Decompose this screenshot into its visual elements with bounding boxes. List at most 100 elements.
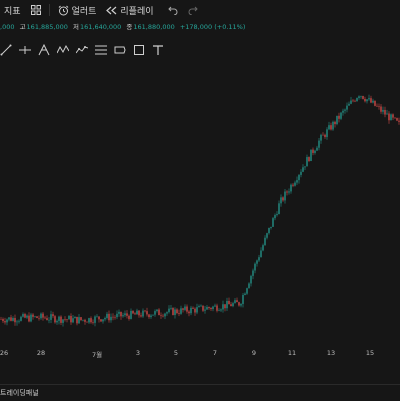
candle-body — [372, 100, 374, 103]
candle-body — [92, 322, 94, 323]
candle-body — [150, 315, 152, 318]
candle-body — [354, 100, 356, 102]
text-icon[interactable] — [152, 44, 164, 56]
candle-body — [106, 313, 108, 318]
candle-body — [342, 110, 344, 113]
candle-body — [248, 283, 250, 289]
candle-body — [172, 307, 174, 315]
candle-body — [242, 294, 244, 304]
rectangle-icon[interactable] — [133, 44, 145, 56]
candle-body — [86, 321, 88, 323]
x-tick-label: 3 — [135, 349, 141, 357]
candle-body — [244, 293, 246, 295]
candlestick-chart[interactable] — [0, 62, 400, 345]
high-key: 고 — [19, 23, 26, 31]
candle-body — [190, 307, 192, 314]
candle-body — [68, 315, 70, 320]
candle-body — [252, 270, 254, 276]
redo-icon — [188, 6, 198, 15]
change-value: +178,000 (+0.11%) — [179, 23, 246, 31]
candle-body — [268, 227, 270, 234]
candle-body — [328, 125, 330, 130]
candle-body — [228, 300, 230, 305]
x-tick-label: 11 — [287, 349, 297, 357]
candle-body — [140, 315, 142, 317]
trading-panel-tab[interactable]: 트레이딩패널 — [0, 388, 39, 398]
candle-body — [326, 129, 328, 137]
undo-button[interactable] — [167, 6, 178, 15]
redo-button[interactable] — [188, 6, 198, 15]
top-toolbar: 지표 얼러트 리플레이 — [0, 0, 400, 20]
candle-body — [142, 310, 144, 317]
candle-body — [346, 105, 348, 110]
candle-body — [230, 304, 232, 307]
candle-body — [214, 305, 216, 307]
candle-body — [82, 319, 84, 321]
candle-body — [84, 319, 86, 322]
candle-body — [324, 134, 326, 137]
high-value: 161,885,000 — [26, 23, 68, 31]
candle-body — [358, 96, 360, 99]
candle-body — [286, 191, 288, 193]
candle-body — [48, 319, 50, 321]
x-tick-label: 5 — [173, 349, 179, 357]
candle-body — [130, 310, 132, 319]
candle-body — [278, 203, 280, 215]
candle-body — [224, 304, 226, 309]
candle-body — [42, 313, 44, 318]
indicators-button[interactable]: 지표 — [4, 4, 21, 17]
candle-body — [34, 316, 36, 317]
candle-body — [110, 316, 112, 321]
candle-body — [76, 316, 78, 324]
trendline-icon[interactable] — [0, 44, 12, 56]
fibonacci-icon[interactable] — [76, 44, 88, 56]
candle-body — [134, 313, 136, 315]
candle-body — [340, 112, 342, 119]
pitchfork-icon[interactable] — [38, 44, 50, 56]
candle-body — [158, 309, 160, 316]
candle-body — [222, 304, 224, 310]
parallel-channel-icon[interactable] — [95, 44, 107, 56]
crosshair-line-icon[interactable] — [19, 44, 31, 56]
candle-body — [282, 197, 284, 201]
alert-button[interactable]: 얼러트 — [58, 4, 96, 17]
candle-body — [188, 311, 190, 314]
candle-body — [384, 109, 386, 115]
candle-body — [344, 109, 346, 111]
candle-body — [250, 275, 252, 284]
close-key: 종 — [126, 23, 133, 31]
candle-body — [152, 314, 154, 316]
candle-body — [88, 318, 90, 323]
candle-body — [302, 167, 304, 172]
candle-body — [254, 263, 256, 271]
candle-body — [382, 109, 384, 112]
candle-body — [234, 300, 236, 304]
brush-icon[interactable] — [114, 44, 126, 56]
candle-body — [128, 315, 130, 319]
candle-body — [182, 308, 184, 310]
candle-body — [394, 117, 396, 119]
candle-body — [368, 98, 370, 100]
x-tick-label: 13 — [326, 349, 336, 357]
candle-body — [270, 226, 272, 228]
candle-body — [208, 307, 210, 309]
candle-body — [388, 113, 390, 121]
candle-body — [18, 320, 20, 322]
x-tick-label: 15 — [365, 349, 375, 357]
candle-body — [44, 317, 46, 319]
candle-body — [264, 237, 266, 246]
candle-body — [66, 319, 68, 320]
layout-grid-button[interactable] — [30, 5, 41, 15]
pattern-icon[interactable] — [57, 44, 69, 56]
candle-body — [350, 100, 352, 104]
candle-body — [212, 306, 214, 310]
candle-body — [12, 318, 14, 321]
candle-body — [192, 307, 194, 309]
candle-body — [296, 180, 298, 183]
candle-body — [26, 315, 28, 318]
replay-button[interactable]: 리플레이 — [106, 4, 154, 17]
candle-body — [176, 309, 178, 314]
candle-body — [238, 302, 240, 306]
candle-body — [138, 310, 140, 316]
candle-body — [272, 218, 274, 227]
